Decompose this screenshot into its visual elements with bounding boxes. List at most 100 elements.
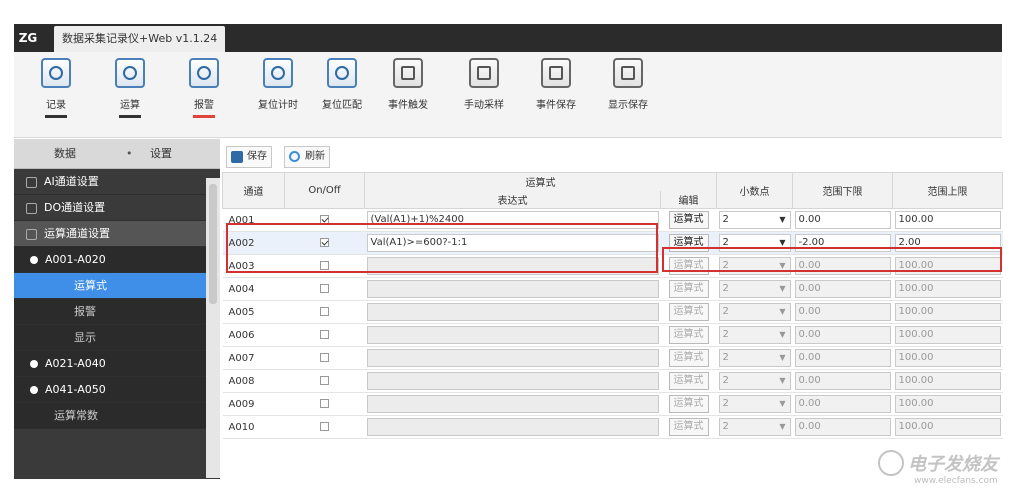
table-row[interactable]: A001 (Val(A1)+1)%2400 运算式 2 ▼ 0.00 100.00 [222,208,1003,232]
range-upper-input[interactable]: 2.00 [894,234,1001,252]
range-upper-input[interactable]: 100.00 [894,303,1001,321]
tab-data[interactable]: 数据 [54,139,76,169]
range-upper-input[interactable]: 100.00 [894,349,1001,367]
range-lower-input[interactable]: 0.00 [794,395,891,413]
edit-formula-button[interactable]: 运算式 [668,418,709,436]
edit-formula-button[interactable]: 运算式 [668,211,709,229]
sidebar-item-compute-channel[interactable]: 运算通道设置 [14,221,220,247]
range-lower-input[interactable]: 0.00 [794,257,891,275]
ribbon-button-manual-sample[interactable]: 手动采样 [456,58,512,132]
decimal-select[interactable]: 2 ▼ [718,372,791,390]
decimal-select[interactable]: 2 ▼ [718,418,791,436]
onoff-checkbox[interactable] [320,330,329,339]
ribbon-button-display-save[interactable]: 显示保存 [600,58,656,132]
expression-input[interactable] [366,395,659,413]
sidebar-group-a001-a020[interactable]: A001-A020 [14,247,220,273]
tab-settings[interactable]: 设置 [150,139,172,169]
range-upper-input[interactable]: 100.00 [894,395,1001,413]
edit-formula-button[interactable]: 运算式 [668,234,709,252]
range-upper-input[interactable]: 100.00 [894,418,1001,436]
ribbon-button-record[interactable]: 记录 [28,58,84,132]
onoff-checkbox[interactable] [320,284,329,293]
table-row[interactable]: A010 运算式 2 ▼ 0.00 100.00 [222,415,1003,439]
onoff-checkbox[interactable] [320,238,329,247]
expression-input[interactable]: (Val(A1)+1)%2400 [366,211,659,229]
onoff-checkbox[interactable] [320,261,329,270]
range-lower-input[interactable]: -2.00 [794,234,891,252]
edit-formula-button[interactable]: 运算式 [668,326,709,344]
range-lower-input[interactable]: 0.00 [794,326,891,344]
expression-input[interactable] [366,372,659,390]
onoff-checkbox[interactable] [320,399,329,408]
expression-input[interactable] [366,303,659,321]
channel-cell: A006 [222,323,285,347]
onoff-checkbox[interactable] [320,422,329,431]
table-row[interactable]: A006 运算式 2 ▼ 0.00 100.00 [222,323,1003,347]
expression-input[interactable] [366,257,659,275]
range-upper-input[interactable]: 100.00 [894,326,1001,344]
decimal-select[interactable]: 2 ▼ [718,349,791,367]
sidebar-item-do-channel[interactable]: DO通道设置 [14,195,220,221]
range-lower-input[interactable]: 0.00 [794,372,891,390]
formula-table: 通道 On/Off 运算式 小数点 范围下限 范围上限 表达式 编辑 A001 (… [222,172,1003,439]
sidebar-item-constants[interactable]: 运算常数 [14,403,220,429]
ribbon-button-event-trigger[interactable]: 事件触发 [380,58,436,132]
ribbon-button-compute[interactable]: 运算 [102,58,158,132]
range-upper-input[interactable]: 100.00 [894,257,1001,275]
onoff-checkbox[interactable] [320,215,329,224]
range-upper-input[interactable]: 100.00 [894,372,1001,390]
ribbon-button-reset-timer[interactable]: 复位计时 [250,58,306,132]
onoff-checkbox[interactable] [320,307,329,316]
edit-formula-button[interactable]: 运算式 [668,395,709,413]
edit-formula-button[interactable]: 运算式 [668,372,709,390]
sidebar-item-formula[interactable]: 运算式 [14,273,220,299]
range-lower-input[interactable]: 0.00 [794,418,891,436]
range-upper-input[interactable]: 100.00 [894,280,1001,298]
decimal-select[interactable]: 2 ▼ [718,303,791,321]
table-row[interactable]: A008 运算式 2 ▼ 0.00 100.00 [222,369,1003,393]
table-row[interactable]: A007 运算式 2 ▼ 0.00 100.00 [222,346,1003,370]
table-row[interactable]: A009 运算式 2 ▼ 0.00 100.00 [222,392,1003,416]
range-lower-input[interactable]: 0.00 [794,349,891,367]
expression-input[interactable] [366,326,659,344]
scrollbar-thumb[interactable] [209,184,217,304]
decimal-select[interactable]: 2 ▼ [718,395,791,413]
decimal-select[interactable]: 2 ▼ [718,326,791,344]
edit-formula-button[interactable]: 运算式 [668,257,709,275]
onoff-checkbox[interactable] [320,376,329,385]
expression-input[interactable] [366,280,659,298]
sidebar-item-alarm[interactable]: 报警 [14,299,220,325]
sidebar-scrollbar[interactable] [206,178,220,478]
decimal-select[interactable]: 2 ▼ [718,211,791,229]
save-button[interactable]: 保存 [226,146,272,168]
edit-formula-button[interactable]: 运算式 [668,303,709,321]
expression-input[interactable] [366,418,659,436]
decimal-select[interactable]: 2 ▼ [718,280,791,298]
edit-cell: 运算式 [660,392,717,416]
table-row[interactable]: A002 Val(A1)>=600?-1:1 运算式 2 ▼ -2.00 2.00 [222,231,1003,255]
onoff-checkbox[interactable] [320,353,329,362]
range-lower-input[interactable]: 0.00 [794,280,891,298]
expression-input[interactable] [366,349,659,367]
header-decimal: 小数点 [716,172,793,209]
range-upper-input[interactable]: 100.00 [894,211,1001,229]
expression-input[interactable]: Val(A1)>=600?-1:1 [366,234,659,252]
sidebar-group-a021-a040[interactable]: A021-A040 [14,351,220,377]
ribbon-button-reset-match[interactable]: 复位匹配 [314,58,370,132]
range-lower-input[interactable]: 0.00 [794,211,891,229]
range-lower-input[interactable]: 0.00 [794,303,891,321]
sidebar-item-display[interactable]: 显示 [14,325,220,351]
ribbon-button-alarm[interactable]: 报警 [176,58,232,132]
app-tab[interactable]: 数据采集记录仪+Web v1.1.24 [54,26,226,52]
edit-formula-button[interactable]: 运算式 [668,280,709,298]
table-row[interactable]: A005 运算式 2 ▼ 0.00 100.00 [222,300,1003,324]
table-row[interactable]: A003 运算式 2 ▼ 0.00 100.00 [222,254,1003,278]
decimal-select[interactable]: 2 ▼ [718,257,791,275]
refresh-button[interactable]: 刷新 [284,146,330,168]
decimal-select[interactable]: 2 ▼ [718,234,791,252]
table-row[interactable]: A004 运算式 2 ▼ 0.00 100.00 [222,277,1003,301]
sidebar-item-ai-channel[interactable]: AI通道设置 [14,169,220,195]
ribbon-button-event-save[interactable]: 事件保存 [528,58,584,132]
edit-formula-button[interactable]: 运算式 [668,349,709,367]
sidebar-group-a041-a050[interactable]: A041-A050 [14,377,220,403]
